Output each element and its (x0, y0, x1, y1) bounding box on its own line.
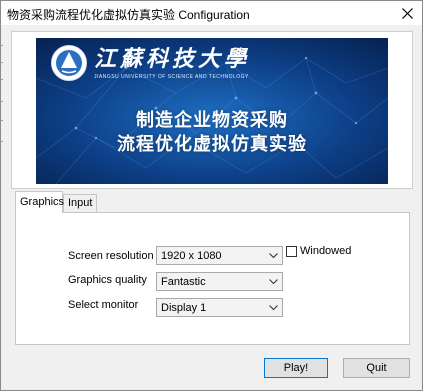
background-window-edge (0, 101, 3, 102)
screen-resolution-label: Screen resolution (68, 250, 154, 262)
banner-image: 江蘇科技大學 JIANGSU UNIVERSITY OF SCIENCE AND… (36, 38, 388, 184)
windowed-checkbox[interactable] (286, 246, 297, 257)
close-icon (401, 7, 413, 19)
graphics-quality-select[interactable]: Fantastic (156, 272, 283, 291)
banner-title-line2: 流程优化虚拟仿真实验 (117, 134, 307, 155)
chevron-down-icon (269, 305, 278, 311)
background-window-edge (0, 45, 3, 46)
graphics-panel: Screen resolution 1920 x 1080 Graphics q… (15, 212, 410, 345)
graphics-quality-value: Fantastic (161, 276, 206, 288)
university-emblem-icon (51, 45, 87, 81)
select-monitor-value: Display 1 (161, 302, 207, 314)
screen-resolution-value: 1920 x 1080 (161, 250, 222, 262)
background-window-edge (0, 141, 3, 142)
screen-resolution-select[interactable]: 1920 x 1080 (156, 246, 283, 265)
play-button[interactable]: Play! (264, 358, 328, 378)
chevron-down-icon (269, 279, 278, 285)
window-title: 物资采购流程优化虚拟仿真实验 Configuration (7, 8, 250, 22)
tab-input[interactable]: Input (63, 194, 97, 213)
background-window-edge (0, 62, 3, 63)
university-name: 江蘇科技大學 (94, 46, 251, 72)
banner-frame: 江蘇科技大學 JIANGSU UNIVERSITY OF SCIENCE AND… (11, 31, 413, 189)
background-window-edge (0, 120, 3, 121)
graphics-quality-label: Graphics quality (68, 274, 147, 286)
background-window-edge (0, 79, 3, 80)
select-monitor-select[interactable]: Display 1 (156, 298, 283, 317)
close-button[interactable] (392, 1, 422, 25)
quit-button[interactable]: Quit (343, 358, 410, 378)
windowed-label: Windowed (300, 245, 352, 257)
university-name-english: JIANGSU UNIVERSITY OF SCIENCE AND TECHNO… (94, 74, 249, 80)
tab-graphics[interactable]: Graphics (15, 191, 64, 213)
title-bar: 物资采购流程优化虚拟仿真实验 Configuration (1, 1, 422, 25)
config-window: 物资采购流程优化虚拟仿真实验 Configuration 江蘇科技大學 JIAN… (0, 0, 423, 391)
select-monitor-label: Select monitor (68, 299, 139, 311)
banner-title-line1: 制造企业物资采购 (136, 110, 288, 131)
university-logo: 江蘇科技大學 JIANGSU UNIVERSITY OF SCIENCE AND… (50, 44, 270, 88)
chevron-down-icon (269, 253, 278, 259)
